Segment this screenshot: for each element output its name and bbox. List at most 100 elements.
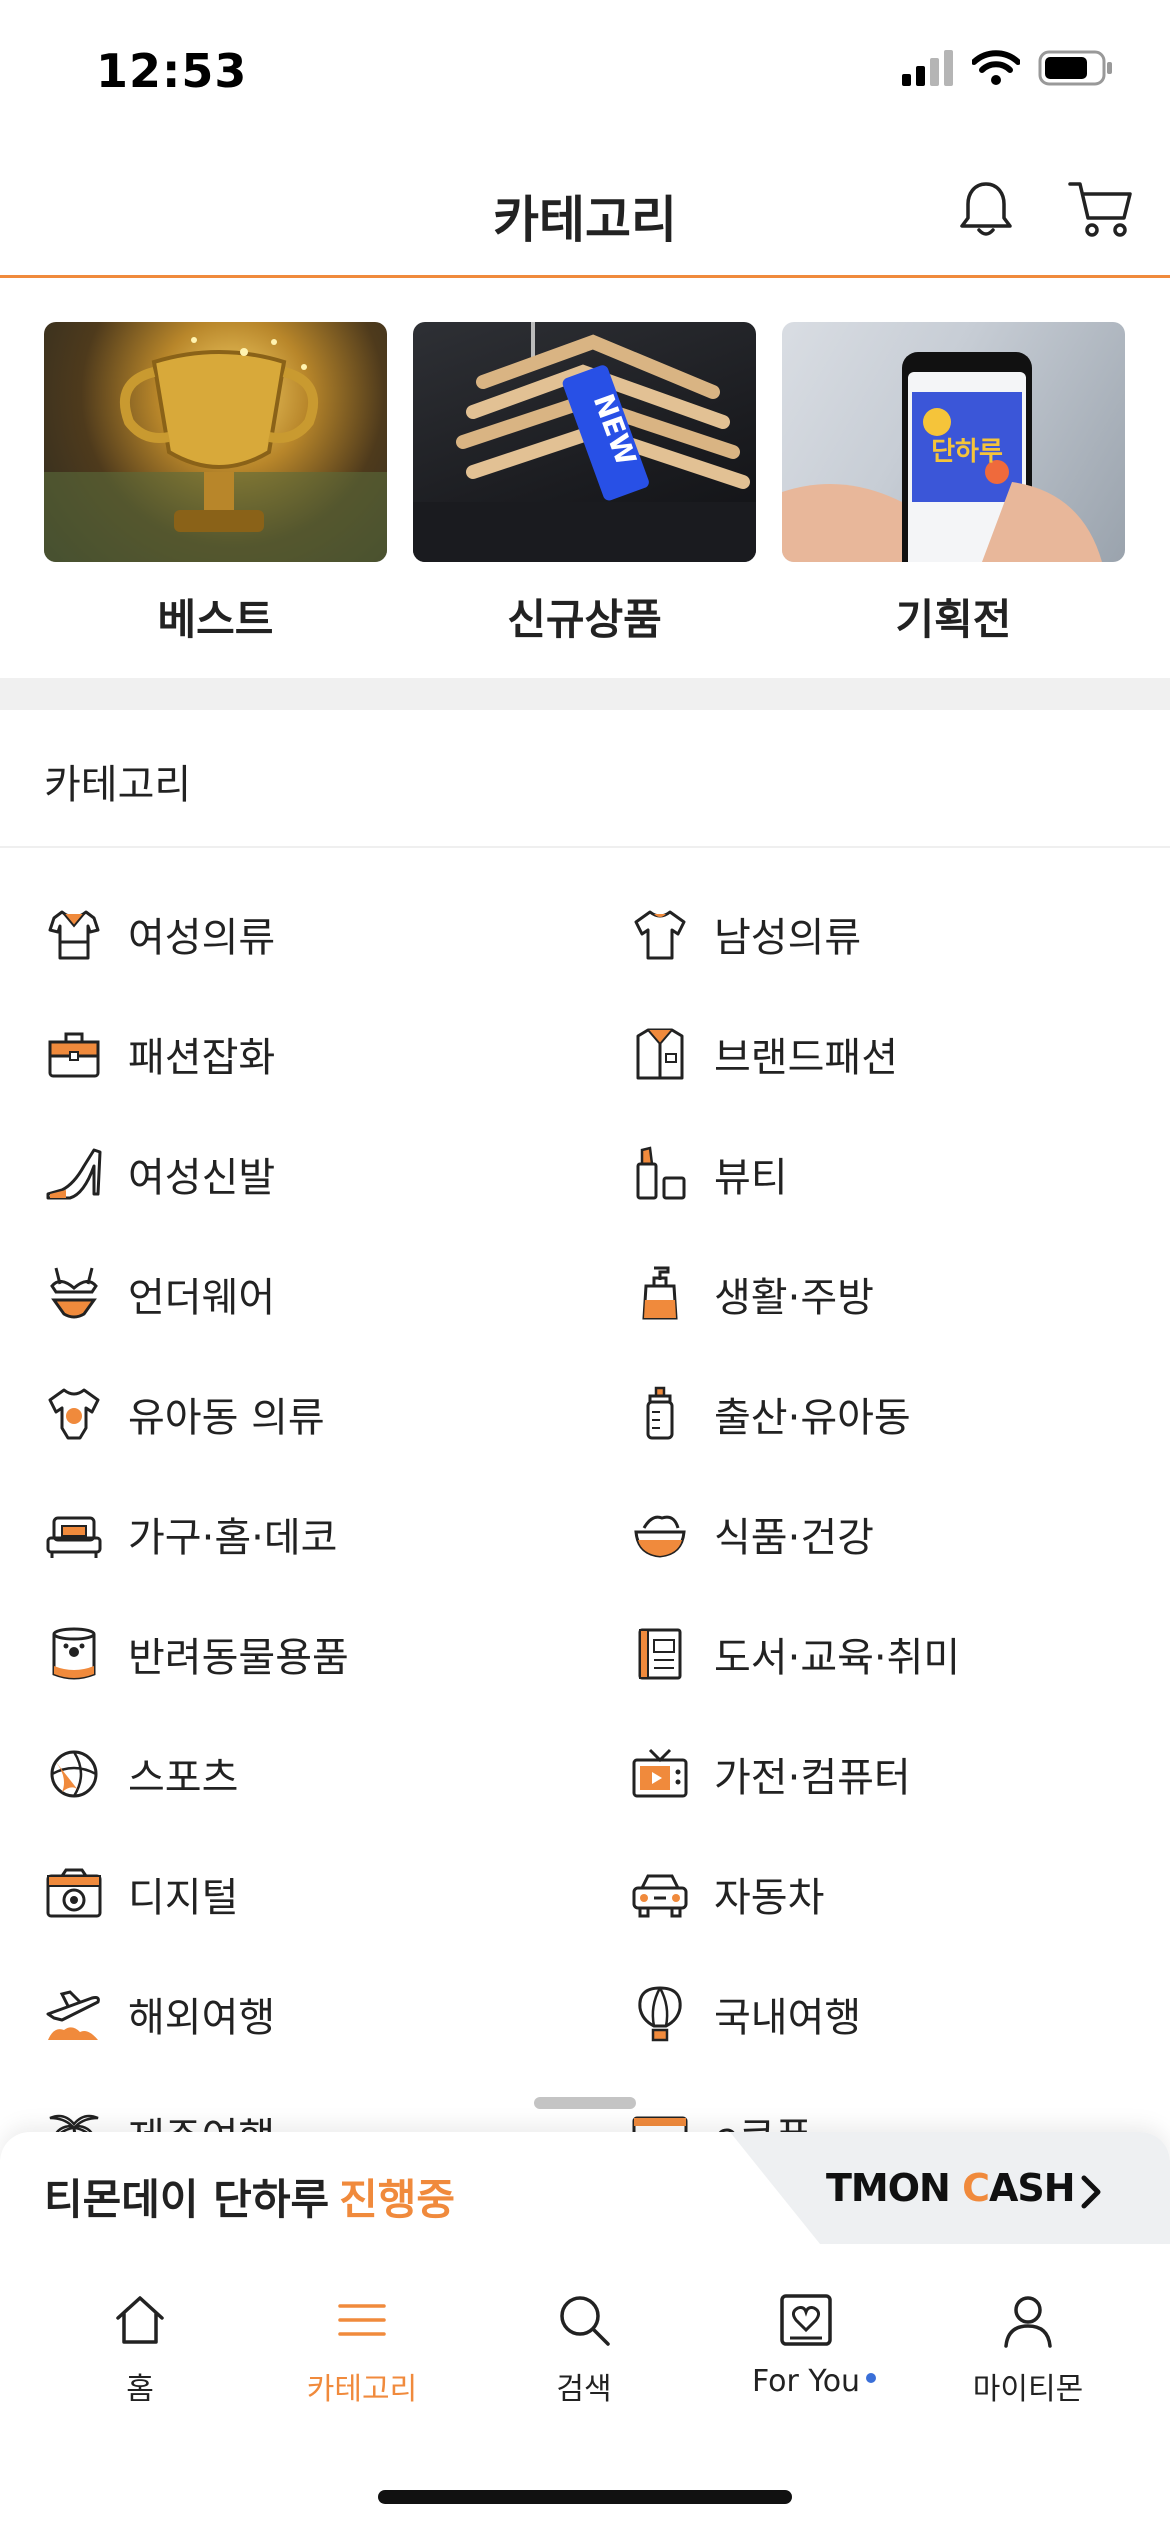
hot-air-balloon-icon (638, 1986, 682, 2042)
category-label: 생활·주방 (714, 1275, 874, 1321)
promo-banner-text: 티몬데이 단하루 (44, 2175, 330, 2224)
category-item[interactable]: 브랜드패션 (630, 994, 1170, 1114)
category-item[interactable]: 국내여행 (630, 1954, 1170, 2074)
sheet-handle[interactable] (534, 2097, 636, 2109)
lipstick-icon (636, 1146, 686, 1200)
promo-label: 베스트 (157, 595, 274, 644)
camera-icon (46, 1868, 102, 1918)
tab-label: 검색 (556, 2372, 612, 2407)
category-item[interactable]: 남성의류 (630, 874, 1170, 994)
blouse-icon (48, 910, 100, 960)
shirt-icon (636, 1028, 684, 1080)
category-item[interactable]: 반려동물용품 (44, 1594, 584, 1714)
category-label: 자동차 (714, 1875, 825, 1921)
trophy-image (44, 322, 387, 562)
tab-my-tmon[interactable]: 마이티몬 (938, 2290, 1118, 2408)
battery-icon (1038, 50, 1112, 86)
promo-card-plan[interactable]: 단하루 기획전 (782, 322, 1125, 652)
food-bowl-icon (634, 1515, 686, 1558)
category-item[interactable]: 생활·주방 (630, 1234, 1170, 1354)
category-label: 브랜드패션 (714, 1035, 898, 1081)
status-bar: 12:53 (0, 0, 1170, 140)
promo-card-best[interactable]: 베스트 (44, 322, 387, 652)
category-label: 도서·교육·취미 (714, 1635, 961, 1681)
category-item[interactable]: 유아동 의류 (44, 1354, 584, 1474)
baby-bottle-icon (646, 1386, 674, 1440)
phone-screen-text: 단하루 (931, 437, 1003, 467)
tmon-cash-logo[interactable]: TMON CASH (826, 2166, 1076, 2210)
category-item[interactable]: 가구·홈·데코 (44, 1474, 584, 1594)
category-label: 디지털 (128, 1875, 239, 1921)
heart-frame-icon (780, 2294, 832, 2346)
promo-banner[interactable]: 티몬데이 단하루 진행중 (44, 2166, 455, 2227)
status-time: 12:53 (96, 44, 248, 98)
search-icon (560, 2296, 610, 2346)
tv-icon (632, 1748, 688, 1798)
status-icons (902, 50, 1114, 86)
tab-home[interactable]: 홈 (50, 2290, 230, 2408)
hangers-image: NEW (413, 322, 756, 562)
divider (0, 846, 1170, 848)
chevron-right-icon[interactable] (1076, 2172, 1106, 2212)
tab-search[interactable]: 검색 (494, 2290, 674, 2408)
tab-bar: 홈 카테고리 검색 For You 마이티몬 (0, 2290, 1170, 2430)
cash-logo-prefix: TMON (826, 2166, 963, 2210)
category-label: 유아동 의류 (128, 1395, 325, 1441)
tab-category[interactable]: 카테고리 (272, 2290, 452, 2408)
baby-onesie-icon (48, 1388, 100, 1440)
category-label: 남성의류 (714, 915, 862, 961)
category-label: 반려동물용품 (128, 1635, 349, 1681)
category-label: 여성신발 (128, 1155, 276, 1201)
bag-icon (48, 1032, 100, 1078)
bell-icon[interactable] (954, 176, 1018, 240)
tab-label: 홈 (126, 2372, 154, 2407)
lingerie-icon (50, 1267, 98, 1319)
promo-card-new[interactable]: NEW 신규상품 (413, 322, 756, 652)
category-label: 스포츠 (128, 1755, 239, 1801)
category-item[interactable]: 여성신발 (44, 1114, 584, 1234)
category-item[interactable]: 출산·유아동 (630, 1354, 1170, 1474)
category-label: 출산·유아동 (714, 1395, 911, 1441)
pet-food-can-icon (52, 1627, 96, 1680)
category-item[interactable]: 도서·교육·취미 (630, 1594, 1170, 1714)
category-item[interactable]: 스포츠 (44, 1714, 584, 1834)
book-icon (638, 1628, 682, 1680)
category-label: 뷰티 (714, 1155, 788, 1201)
category-label: 해외여행 (128, 1995, 276, 2041)
category-label: 여성의류 (128, 915, 276, 961)
promo-label: 기획전 (895, 595, 1012, 644)
category-item[interactable]: 뷰티 (630, 1114, 1170, 1234)
wifi-icon (972, 50, 1020, 85)
top-header: 카테고리 (0, 140, 1170, 278)
menu-icon (338, 2304, 386, 2336)
category-label: 패션잡화 (128, 1035, 276, 1081)
category-item[interactable]: 여성의류 (44, 874, 584, 994)
category-item[interactable]: 자동차 (630, 1834, 1170, 1954)
category-item[interactable]: 패션잡화 (44, 994, 584, 1114)
category-item[interactable]: 가전·컴퓨터 (630, 1714, 1170, 1834)
home-indicator (378, 2490, 792, 2504)
tab-label: 마이티몬 (972, 2372, 1084, 2407)
category-item[interactable]: 언더웨어 (44, 1234, 584, 1354)
tshirt-icon (634, 910, 686, 960)
category-item[interactable]: 해외여행 (44, 1954, 584, 2074)
category-label: 가구·홈·데코 (128, 1515, 338, 1561)
hangers-illustration: NEW (413, 322, 756, 562)
car-icon (632, 1874, 688, 1918)
category-label: 식품·건강 (714, 1515, 874, 1561)
tab-label: 카테고리 (306, 2372, 418, 2407)
promo-row: 베스트 NEW 신규상품 단하루 기획전 (44, 322, 1126, 652)
section-separator (0, 678, 1170, 710)
home-icon (116, 2296, 164, 2344)
promo-label: 신규상품 (507, 595, 662, 644)
category-section-title: 카테고리 (44, 762, 192, 808)
notification-dot (866, 2373, 876, 2383)
category-label: 국내여행 (714, 1995, 862, 2041)
cart-icon[interactable] (1066, 176, 1134, 240)
bed-icon (46, 1516, 102, 1558)
category-item[interactable]: 디지털 (44, 1834, 584, 1954)
phone-illustration: 단하루 (782, 352, 1102, 562)
heel-icon (46, 1148, 102, 1200)
category-item[interactable]: 식품·건강 (630, 1474, 1170, 1594)
airplane-icon (46, 1990, 100, 2040)
